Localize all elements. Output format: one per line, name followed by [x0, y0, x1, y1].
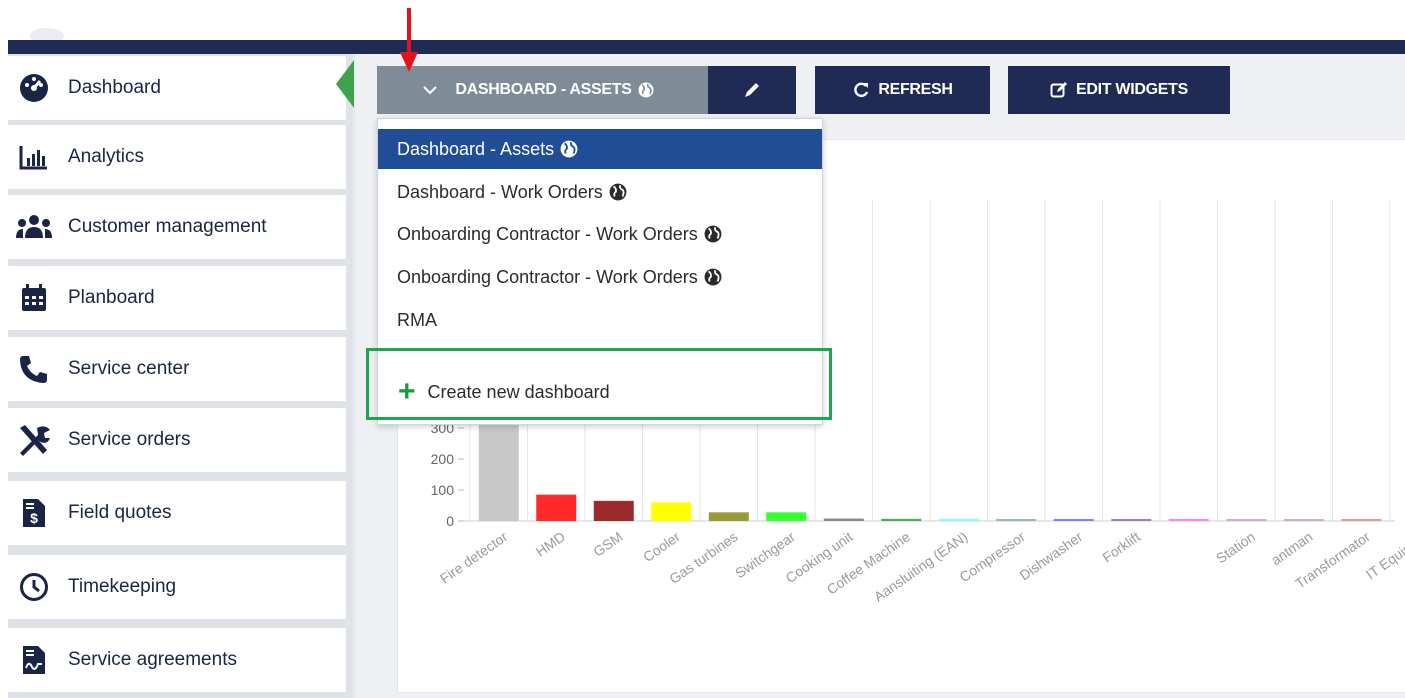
- refresh-button[interactable]: REFRESH: [815, 66, 990, 114]
- sidebar-item-label: Analytics: [68, 146, 145, 167]
- users-icon: [16, 209, 52, 245]
- sidebar-item-service-orders[interactable]: Service orders: [0, 408, 346, 472]
- refresh-label: REFRESH: [878, 81, 953, 98]
- dropdown-item-dashboard-work-orders[interactable]: Dashboard - Work Orders: [378, 172, 822, 212]
- sidebar-item-dashboard[interactable]: Dashboard: [0, 56, 346, 120]
- refresh-icon: [854, 82, 869, 98]
- globe-icon: [704, 268, 722, 286]
- sidebar-item-label: Timekeeping: [68, 576, 177, 597]
- invoice-icon: $: [16, 495, 52, 531]
- pencil-icon: [745, 83, 759, 97]
- globe-icon: [704, 225, 722, 243]
- top-navigation-bar: [8, 40, 1405, 54]
- sidebar-item-customer-management[interactable]: Customer management: [0, 195, 346, 259]
- edit-widgets-button[interactable]: EDIT WIDGETS: [1008, 66, 1230, 114]
- dashboard-select-button[interactable]: DASHBOARD - ASSETS: [377, 66, 708, 114]
- sidebar-item-field-quotes[interactable]: $ Field quotes: [0, 481, 346, 545]
- sidebar-item-service-agreements[interactable]: Service agreements: [0, 628, 346, 692]
- svg-text:$: $: [30, 510, 38, 526]
- calendar-icon: [16, 280, 52, 316]
- sidebar-item-label: Service agreements: [68, 649, 237, 670]
- sidebar-item-timekeeping[interactable]: Timekeeping: [0, 555, 346, 619]
- dashboard-select-label: DASHBOARD - ASSETS: [455, 81, 632, 98]
- sidebar-item-label: Field quotes: [68, 502, 172, 523]
- dropdown-item-onboarding-contractor-1[interactable]: Onboarding Contractor - Work Orders: [378, 214, 822, 254]
- sidebar-item-label: Service center: [68, 358, 190, 379]
- active-item-marker: [336, 60, 354, 108]
- dropdown-item-onboarding-contractor-2[interactable]: Onboarding Contractor - Work Orders: [378, 257, 822, 297]
- edit-dashboard-name-button[interactable]: [708, 66, 796, 114]
- sidebar-item-label: Planboard: [68, 287, 155, 308]
- edit-square-icon: [1050, 82, 1068, 98]
- dropdown-item-label: Dashboard - Assets: [397, 138, 555, 159]
- dropdown-item-label: Onboarding Contractor - Work Orders: [397, 266, 698, 287]
- globe-icon: [609, 183, 627, 201]
- globe-icon: [560, 140, 578, 158]
- highlight-box: [366, 348, 832, 420]
- sidebar-item-service-center[interactable]: Service center: [0, 337, 346, 401]
- dropdown-item-rma[interactable]: RMA: [378, 300, 822, 340]
- contract-icon: [16, 642, 52, 678]
- sidebar-item-label: Dashboard: [68, 77, 161, 98]
- sidebar-item-planboard[interactable]: Planboard: [0, 266, 346, 330]
- dropdown-item-label: Onboarding Contractor - Work Orders: [397, 223, 698, 244]
- bar-chart-icon: [16, 139, 52, 175]
- dropdown-item-dashboard-assets[interactable]: Dashboard - Assets: [378, 129, 822, 169]
- dropdown-item-label: Dashboard - Work Orders: [397, 181, 603, 202]
- sidebar-item-label: Service orders: [68, 429, 191, 450]
- clock-icon: [16, 569, 52, 605]
- sidebar-item-label: Customer management: [68, 216, 267, 237]
- dashboard-gauge-icon: [16, 70, 52, 106]
- tools-icon: [16, 422, 52, 458]
- annotation-arrow-icon: [400, 8, 418, 72]
- globe-icon: [638, 82, 654, 98]
- edit-widgets-label: EDIT WIDGETS: [1076, 81, 1188, 98]
- chevron-down-icon: [423, 86, 438, 95]
- sidebar-item-analytics[interactable]: Analytics: [0, 125, 346, 189]
- dropdown-item-label: RMA: [397, 309, 437, 330]
- phone-icon: [16, 351, 52, 387]
